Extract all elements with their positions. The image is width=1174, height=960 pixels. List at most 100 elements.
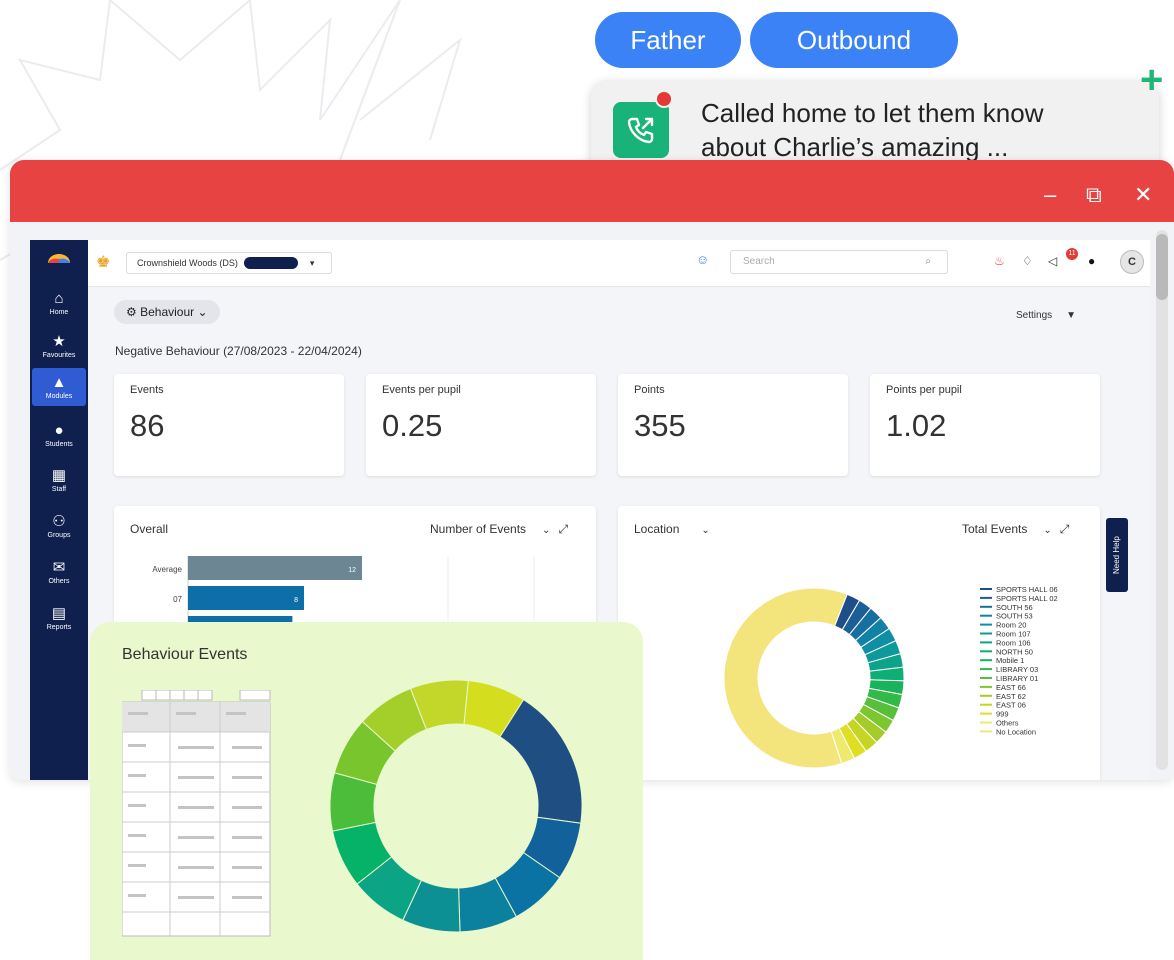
- sidebar-item-label: Students: [45, 441, 73, 448]
- avatar[interactable]: C: [1120, 250, 1144, 274]
- category-label: 07: [173, 595, 182, 604]
- legend-label: LIBRARY 01: [996, 674, 1038, 683]
- search-placeholder: Search: [743, 256, 775, 267]
- legend-label: Mobile 1: [996, 656, 1024, 665]
- megaphone-icon[interactable]: ◁: [1048, 254, 1057, 268]
- window-titlebar: – ⧉ ✕: [10, 160, 1174, 222]
- legend-swatch: [980, 721, 992, 724]
- search-input[interactable]: Search ⌕: [730, 250, 948, 274]
- card-title: Behaviour Events: [122, 646, 248, 663]
- legend-swatch: [980, 605, 992, 608]
- school-select[interactable]: Crownshield Woods (DS) ▾: [126, 252, 332, 274]
- sidebar-item-label: Home: [49, 309, 69, 316]
- others-icon: ✉: [52, 559, 66, 576]
- home-icon: ⌂: [54, 290, 64, 307]
- stat-label: Points: [634, 384, 665, 396]
- legend-label: SOUTH 53: [996, 612, 1033, 621]
- legend-swatch: [980, 632, 992, 635]
- sidebar-item-groups[interactable]: ⚇ Groups: [32, 512, 86, 539]
- legend-label: SPORTS HALL 02: [996, 594, 1058, 603]
- note-text-line-1: Called home to let them know: [701, 98, 1044, 128]
- behaviour-icon: ⚙: [126, 305, 141, 319]
- legend-swatch: [980, 694, 992, 697]
- chat-bot-icon[interactable]: ☺: [696, 252, 709, 267]
- table-preview: [122, 690, 271, 937]
- bell-icon[interactable]: ♢: [1022, 254, 1033, 268]
- reports-icon: ▤: [51, 605, 67, 622]
- stat-value: 86: [130, 408, 165, 443]
- bar[interactable]: [188, 556, 362, 580]
- topbar: ♚ Crownshield Woods (DS) ▾ ☺ Search ⌕ ♨ ♢…: [88, 240, 1150, 287]
- sidebar-item-label: Others: [48, 578, 70, 585]
- chevron-down-icon: ⌄: [194, 305, 208, 319]
- stat-label: Points per pupil: [886, 384, 962, 396]
- sidebar: ⌂ Home ★ Favourites ▲ Modules ● Students ▦ St…: [30, 240, 88, 780]
- unread-dot: [655, 90, 673, 108]
- sidebar-item-reports[interactable]: ▤ Reports: [32, 604, 86, 631]
- sidebar-item-staff[interactable]: ▦ Staff: [32, 466, 86, 493]
- module-label: Behaviour: [140, 305, 195, 319]
- value-label: 8: [294, 597, 298, 604]
- legend-label: Room 107: [996, 630, 1031, 639]
- sidebar-item-modules[interactable]: ▲ Modules: [32, 368, 86, 406]
- chevron-down-icon: ▾: [309, 257, 315, 268]
- app-logo: [48, 254, 70, 263]
- sidebar-item-students[interactable]: ● Students: [32, 422, 86, 448]
- legend-swatch: [980, 677, 992, 679]
- stat-label: Events: [130, 384, 164, 396]
- restore-icon[interactable]: ⧉: [1086, 182, 1102, 208]
- legend-swatch: [980, 596, 992, 599]
- plus-icon[interactable]: +: [1140, 60, 1163, 100]
- legend-swatch: [980, 650, 992, 653]
- legend-label: SPORTS HALL 06: [996, 585, 1058, 594]
- relation-chip[interactable]: Father: [595, 12, 741, 68]
- stat-value: 0.25: [382, 408, 443, 443]
- scroll-thumb[interactable]: [1156, 234, 1168, 300]
- behaviour-events-donut: [329, 679, 583, 933]
- location-donut-chart: SPORTS HALL 06SPORTS HALL 02SOUTH 56SOUT…: [723, 585, 1058, 769]
- settings-dropdown[interactable]: Settings ▼: [1016, 310, 1076, 321]
- bar[interactable]: [188, 586, 304, 610]
- groups-icon: ⚇: [52, 513, 66, 530]
- window-scrollbar[interactable]: [1156, 230, 1168, 770]
- minimize-icon[interactable]: –: [1044, 182, 1056, 208]
- notification-badge: 11: [1066, 248, 1078, 260]
- legend-label: NORTH 50: [996, 647, 1033, 656]
- module-dropdown[interactable]: ⚙ Behaviour ⌄: [114, 300, 220, 324]
- direction-chip[interactable]: Outbound: [750, 12, 958, 68]
- sidebar-item-home[interactable]: ⌂ Home: [32, 290, 86, 316]
- school-name: Crownshield Woods (DS): [137, 258, 238, 268]
- legend-label: Others: [996, 719, 1019, 728]
- close-icon[interactable]: ✕: [1134, 182, 1152, 208]
- legend-swatch: [980, 703, 992, 706]
- legend-swatch: [980, 614, 992, 617]
- settings-label: Settings: [1016, 310, 1053, 321]
- stat-value: 1.02: [886, 408, 947, 443]
- legend-swatch: [980, 712, 992, 715]
- donut-slice[interactable]: [723, 587, 848, 769]
- legend-label: EAST 66: [996, 683, 1026, 692]
- need-help-button[interactable]: Need Help: [1106, 518, 1128, 592]
- legend-label: SOUTH 56: [996, 603, 1033, 612]
- stat-label: Events per pupil: [382, 384, 461, 396]
- star-icon: ★: [52, 333, 66, 350]
- legend-swatch: [980, 623, 992, 626]
- legend-label: Room 106: [996, 638, 1031, 647]
- legend-label: 999: [996, 710, 1009, 719]
- legend-swatch: [980, 659, 992, 662]
- flame-icon[interactable]: ♨: [994, 254, 1005, 268]
- info-icon[interactable]: ●: [1088, 254, 1095, 268]
- legend-label: Room 20: [996, 621, 1026, 630]
- report-title: Negative Behaviour (27/08/2023 - 22/04/2…: [115, 344, 362, 358]
- legend-swatch: [980, 668, 992, 671]
- sidebar-item-others[interactable]: ✉ Others: [32, 558, 86, 585]
- stat-card-points: Points 355: [618, 374, 848, 476]
- stat-card-events-per-pupil: Events per pupil 0.25: [366, 374, 596, 476]
- stat-card-points-per-pupil: Points per pupil 1.02: [870, 374, 1100, 476]
- legend-swatch: [980, 641, 992, 644]
- search-icon: ⌕: [925, 256, 931, 267]
- student-icon: ●: [54, 422, 64, 439]
- note-text-line-2: about Charlie’s amazing ...: [701, 132, 1009, 162]
- legend-swatch: [980, 730, 992, 733]
- sidebar-item-favourites[interactable]: ★ Favourites: [32, 332, 86, 359]
